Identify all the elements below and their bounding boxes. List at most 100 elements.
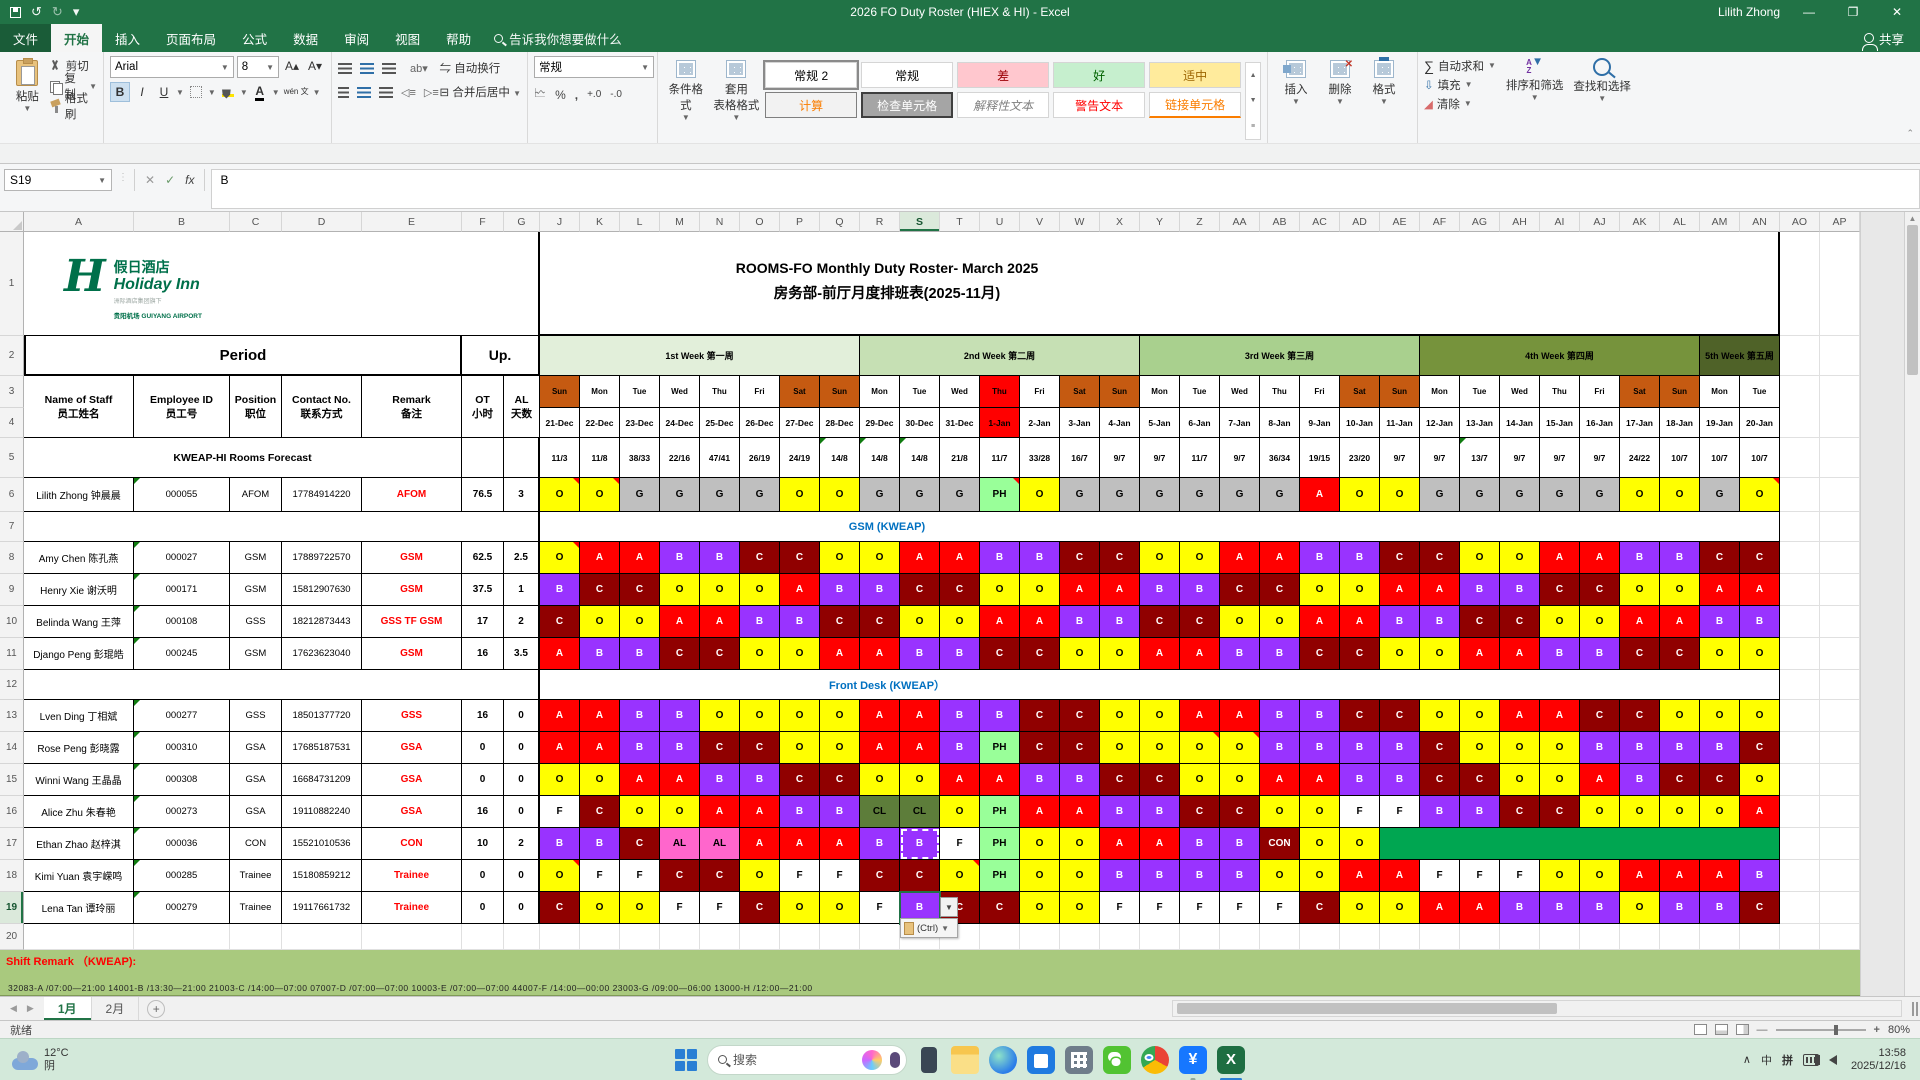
- empty-cell[interactable]: [134, 924, 230, 950]
- shift-cell-11-14[interactable]: O: [1060, 638, 1100, 670]
- shift-cell-17-16[interactable]: A: [1140, 828, 1180, 860]
- empty-cell[interactable]: [1220, 924, 1260, 950]
- staff-ot[interactable]: 0: [462, 732, 504, 764]
- cell-style-5[interactable]: 适中: [1149, 62, 1242, 88]
- shift-cell-11-4[interactable]: C: [660, 638, 700, 670]
- staff-id[interactable]: 000027: [134, 542, 230, 574]
- validation-dropdown-icon[interactable]: ▼: [940, 897, 958, 917]
- cell-style-10[interactable]: 链接单元格: [1149, 92, 1242, 118]
- horizontal-scrollbar-thumb[interactable]: [1177, 1003, 1557, 1014]
- shift-cell-11-3[interactable]: B: [620, 638, 660, 670]
- shift-cell-10-26[interactable]: O: [1540, 606, 1580, 638]
- row-header-10[interactable]: 10: [0, 606, 24, 638]
- row-header-13[interactable]: 13: [0, 700, 24, 732]
- staff-remark[interactable]: GSA: [362, 796, 462, 828]
- shift-cell-14-27[interactable]: B: [1580, 732, 1620, 764]
- decrease-indent-icon[interactable]: ◁≡: [401, 86, 416, 99]
- col-header-AL[interactable]: AL: [1660, 212, 1700, 232]
- phonetic-button[interactable]: wén 文: [282, 82, 311, 102]
- shift-cell-19-8[interactable]: O: [820, 892, 860, 924]
- shift-cell-11-29[interactable]: C: [1660, 638, 1700, 670]
- empty-cell[interactable]: [740, 924, 780, 950]
- align-center-icon[interactable]: [357, 86, 371, 98]
- shift-cell-6-16[interactable]: G: [1140, 478, 1180, 512]
- col-header-N[interactable]: N: [700, 212, 740, 232]
- col-header-B[interactable]: B: [134, 212, 230, 232]
- staff-position[interactable]: GSM: [230, 638, 282, 670]
- staff-id[interactable]: 000108: [134, 606, 230, 638]
- empty-cell[interactable]: [1820, 574, 1860, 606]
- maximize-button[interactable]: ❐: [1838, 5, 1868, 19]
- shift-cell-10-6[interactable]: B: [740, 606, 780, 638]
- shift-cell-15-11[interactable]: A: [940, 764, 980, 796]
- shift-cell-6-11[interactable]: G: [940, 478, 980, 512]
- row-header-14[interactable]: 14: [0, 732, 24, 764]
- shift-cell-18-8[interactable]: F: [820, 860, 860, 892]
- shift-cell-13-31[interactable]: O: [1740, 700, 1780, 732]
- staff-ot[interactable]: 62.5: [462, 542, 504, 574]
- shift-cell-13-20[interactable]: B: [1300, 700, 1340, 732]
- shift-cell-18-17[interactable]: B: [1180, 860, 1220, 892]
- shift-cell-18-27[interactable]: O: [1580, 860, 1620, 892]
- user-name[interactable]: Lilith Zhong: [1718, 5, 1780, 19]
- shift-cell-9-31[interactable]: A: [1740, 574, 1780, 606]
- staff-ot[interactable]: 16: [462, 638, 504, 670]
- shift-cell-16-18[interactable]: C: [1220, 796, 1260, 828]
- shift-cell-13-17[interactable]: A: [1180, 700, 1220, 732]
- shift-cell-15-15[interactable]: C: [1100, 764, 1140, 796]
- shift-cell-16-15[interactable]: B: [1100, 796, 1140, 828]
- shift-cell-13-8[interactable]: O: [820, 700, 860, 732]
- shift-cell-8-18[interactable]: A: [1220, 542, 1260, 574]
- empty-cell[interactable]: [1020, 924, 1060, 950]
- shift-cell-9-24[interactable]: B: [1460, 574, 1500, 606]
- shift-cell-15-18[interactable]: O: [1220, 764, 1260, 796]
- shift-cell-6-8[interactable]: O: [820, 478, 860, 512]
- shift-cell-17-1[interactable]: B: [540, 828, 580, 860]
- shift-cell-15-17[interactable]: O: [1180, 764, 1220, 796]
- shift-cell-15-12[interactable]: A: [980, 764, 1020, 796]
- shift-cell-15-9[interactable]: O: [860, 764, 900, 796]
- cell-style-9[interactable]: 警告文本: [1053, 92, 1146, 118]
- shift-cell-10-23[interactable]: B: [1420, 606, 1460, 638]
- orientation-icon[interactable]: ab▾: [410, 62, 428, 75]
- staff-remark[interactable]: GSA: [362, 732, 462, 764]
- shift-cell-15-13[interactable]: B: [1020, 764, 1060, 796]
- tray-chevron-icon[interactable]: ∧: [1743, 1053, 1751, 1066]
- shift-cell-16-3[interactable]: O: [620, 796, 660, 828]
- shift-cell-8-17[interactable]: O: [1180, 542, 1220, 574]
- shift-cell-13-12[interactable]: B: [980, 700, 1020, 732]
- shift-cell-9-18[interactable]: C: [1220, 574, 1260, 606]
- shift-cell-19-9[interactable]: F: [860, 892, 900, 924]
- shift-cell-18-22[interactable]: A: [1380, 860, 1420, 892]
- shift-cell-6-28[interactable]: O: [1620, 478, 1660, 512]
- staff-ot[interactable]: 0: [462, 860, 504, 892]
- shift-cell-18-5[interactable]: C: [700, 860, 740, 892]
- empty-cell[interactable]: [1820, 542, 1860, 574]
- empty-cell[interactable]: [1620, 924, 1660, 950]
- normal-view-icon[interactable]: [1693, 1024, 1707, 1035]
- empty-cell[interactable]: [1780, 764, 1820, 796]
- shift-cell-17-21[interactable]: O: [1340, 828, 1380, 860]
- collapse-ribbon-icon[interactable]: ⌃: [1906, 128, 1914, 139]
- taskbar-store-app[interactable]: [1027, 1045, 1055, 1074]
- empty-cell[interactable]: [1700, 924, 1740, 950]
- shift-cell-16-13[interactable]: A: [1020, 796, 1060, 828]
- shift-cell-16-27[interactable]: O: [1580, 796, 1620, 828]
- shift-cell-16-8[interactable]: B: [820, 796, 860, 828]
- shift-cell-8-15[interactable]: C: [1100, 542, 1140, 574]
- empty-cell[interactable]: [1820, 764, 1860, 796]
- shift-cell-14-24[interactable]: O: [1460, 732, 1500, 764]
- merge-center-button[interactable]: ⊟ 合并后居中 ▼: [440, 84, 521, 100]
- shift-cell-9-6[interactable]: O: [740, 574, 780, 606]
- empty-cell[interactable]: [1820, 638, 1860, 670]
- empty-cell[interactable]: [504, 924, 540, 950]
- shift-cell-10-25[interactable]: C: [1500, 606, 1540, 638]
- col-header-AK[interactable]: AK: [1620, 212, 1660, 232]
- shift-cell-15-16[interactable]: C: [1140, 764, 1180, 796]
- shift-cell-17-10[interactable]: B: [900, 828, 940, 860]
- shift-cell-15-8[interactable]: C: [820, 764, 860, 796]
- shift-cell-17-15[interactable]: A: [1100, 828, 1140, 860]
- shift-cell-19-1[interactable]: C: [540, 892, 580, 924]
- staff-al[interactable]: 0: [504, 860, 540, 892]
- increase-decimal-icon[interactable]: +.0: [587, 89, 601, 100]
